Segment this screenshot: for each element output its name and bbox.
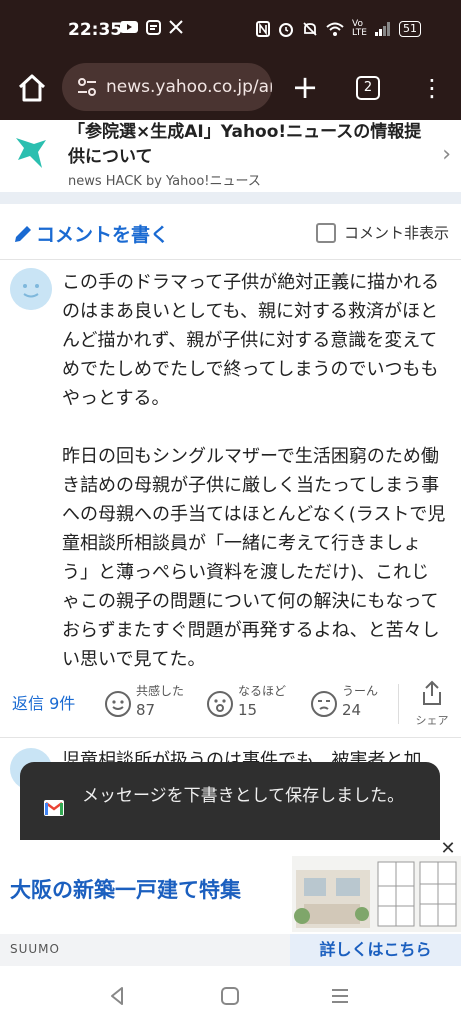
avatar [10, 268, 52, 310]
toast-message: メッセージを下書きとして保存しました。 [82, 786, 405, 806]
comment-paragraph: 昨日の回もシングルマザーで生活困窮のため働き詰めの母親が子供に厳しく当たってしま… [62, 446, 446, 670]
new-tab-button[interactable]: + [290, 70, 320, 106]
url-text: news.yahoo.co.jp/ar [106, 77, 272, 97]
reaction-count: 24 [342, 701, 362, 719]
home-nav-icon[interactable] [218, 984, 242, 1008]
status-time: 22:35 [68, 20, 123, 40]
write-comment-button[interactable]: コメントを書く [12, 220, 169, 247]
browser-toolbar: news.yahoo.co.jp/ar + 2 ⋮ [0, 60, 461, 120]
comment-item: この手のドラマって子供が絶対正義に描かれるのはまあ良いとしても、親に対する救済が… [0, 262, 461, 738]
ad-headline[interactable]: 大阪の新築一戸建て特集 [10, 874, 241, 904]
news-hack-logo [16, 138, 46, 168]
gmail-icon [44, 800, 64, 816]
section-divider [0, 192, 461, 204]
share-label: シェア [415, 714, 449, 727]
wifi-icon [326, 22, 344, 36]
address-bar[interactable]: news.yahoo.co.jp/ar [62, 63, 272, 111]
site-settings-icon[interactable] [76, 76, 98, 98]
ad-cta-button[interactable]: 詳しくはこちら [290, 934, 461, 966]
reaction-empathy-button[interactable]: 共感した 87 [104, 682, 184, 719]
banner-title: 「参院選×生成AI」Yahoo!ニュースの情報提供について [68, 122, 422, 167]
comment-text: この手のドラマって子供が絶対正義に描かれるのはまあ良いとしても、親に対する救済が… [62, 268, 446, 703]
actions-divider [398, 684, 399, 724]
write-comment-label: コメントを書く [36, 224, 170, 246]
banner-subtitle: news HACK by Yahoo!ニュース [68, 174, 261, 189]
battery-indicator: 51 [399, 21, 421, 37]
recents-icon[interactable] [328, 984, 352, 1008]
hide-comments-toggle[interactable]: コメント非表示 [315, 222, 449, 243]
hide-comments-checkbox[interactable] [315, 222, 336, 243]
chevron-right-icon: › [442, 142, 451, 167]
overflow-menu-icon[interactable]: ⋮ [420, 74, 444, 104]
tab-switcher-button[interactable]: 2 [356, 76, 380, 100]
reaction-label: うーん [342, 684, 379, 698]
system-nav-bar [0, 966, 461, 1024]
hide-comments-label: コメント非表示 [343, 224, 449, 242]
x-icon [169, 20, 183, 34]
smile-face-icon [105, 691, 131, 717]
reaction-label: なるほど [238, 684, 287, 698]
volte-icon: Vo LTE [352, 19, 367, 38]
reaction-hmm-button[interactable]: うーん 24 [310, 682, 378, 719]
comment-header: コメントを書く コメント非表示 [0, 204, 461, 260]
comment-paragraph: この手のドラマって子供が絶対正義に描かれるのはまあ良いとしても、親に対する救済が… [62, 272, 440, 409]
system-icons: Vo LTE 51 [256, 20, 421, 38]
share-button[interactable]: シェア [412, 680, 452, 728]
message-icon [146, 20, 161, 35]
surprised-face-icon [207, 691, 233, 717]
alarm-icon [279, 23, 294, 37]
advertisement[interactable]: ✕ 大阪の新築一戸建て特集 SUUMO 詳しくはこちら [0, 840, 461, 966]
share-icon [423, 680, 441, 705]
reaction-count: 87 [136, 701, 156, 719]
replies-link[interactable]: 返信 9件 [12, 690, 75, 714]
pencil-icon [15, 225, 31, 242]
nfc-icon [256, 21, 271, 37]
home-icon[interactable] [14, 70, 50, 106]
notification-icons [120, 20, 183, 35]
confused-face-icon [311, 691, 337, 717]
reaction-label: 共感した [136, 684, 185, 698]
news-hack-banner[interactable]: 「参院選×生成AI」Yahoo!ニュースの情報提供について news HACK … [0, 120, 461, 192]
ad-brand: SUUMO [10, 942, 60, 956]
youtube-icon [120, 21, 138, 33]
reaction-insight-button[interactable]: なるほど 15 [206, 682, 286, 719]
signal-icon [375, 22, 390, 36]
status-bar: 22:35 Vo LTE 51 [0, 0, 461, 60]
comment-actions: 返信 9件 共感した 87 なるほど 15 うーん 24 シェア [0, 676, 461, 734]
reaction-count: 15 [238, 701, 258, 719]
ad-house-image[interactable] [292, 856, 461, 932]
ad-footer: SUUMO 詳しくはこちら [0, 934, 461, 966]
back-icon[interactable] [106, 984, 130, 1008]
mute-icon [303, 22, 317, 36]
